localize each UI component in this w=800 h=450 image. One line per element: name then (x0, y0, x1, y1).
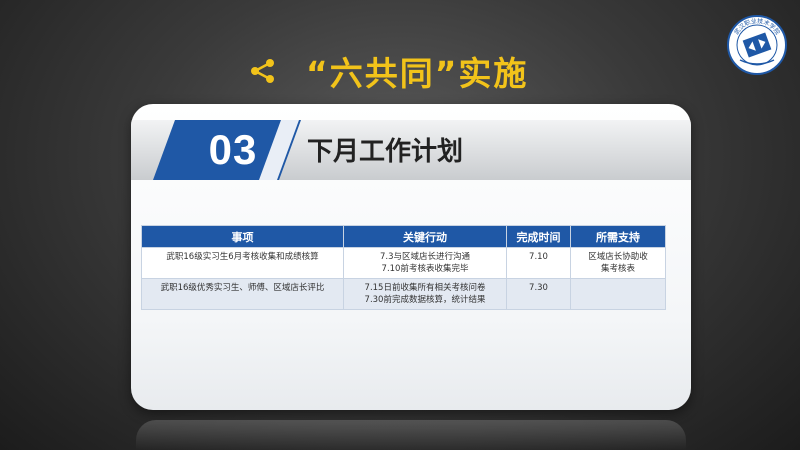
action-line: 7.30前完成数据核算，统计结果 (364, 295, 486, 305)
work-plan-table: 事项 关键行动 完成时间 所需支持 武职16级实习生6月考核收集和成绩核算 7.… (141, 225, 666, 310)
action-line: 7.15日前收集所有相关考核问卷 (364, 283, 486, 293)
table-row: 武职16级优秀实习生、师傅、区域店长评比 7.15日前收集所有相关考核问卷 7.… (141, 278, 666, 310)
cell-date: 7.10 (506, 247, 571, 279)
col-header-support: 所需支持 (570, 225, 666, 248)
action-line: 7.10前考核表收集完毕 (381, 264, 469, 274)
table-row: 武职16级实习生6月考核收集和成绩核算 7.3与区域店长进行沟通 7.10前考核… (141, 247, 666, 279)
card-reflection (136, 420, 686, 450)
col-header-date: 完成时间 (506, 225, 571, 248)
title-row: “六共同”实施 (250, 46, 528, 96)
cell-action: 7.15日前收集所有相关考核问卷 7.30前完成数据核算，统计结果 (343, 278, 507, 310)
section-title: 下月工作计划 (307, 137, 464, 167)
action-line: 7.3与区域店长进行沟通 (379, 252, 471, 262)
content-card: 03 下月工作计划 事项 关键行动 完成时间 所需支持 武职16级实习生6月考核… (131, 104, 691, 410)
col-header-action: 关键行动 (343, 225, 507, 248)
share-icon (251, 59, 274, 83)
support-line: 集考核表 (600, 264, 635, 274)
slide-title: “六共同”实施 (306, 54, 529, 93)
cell-item: 武职16级实习生6月考核收集和成绩核算 (141, 247, 344, 279)
table-header-row: 事项 关键行动 完成时间 所需支持 (141, 225, 666, 248)
cell-item: 武职16级优秀实习生、师傅、区域店长评比 (141, 278, 344, 310)
support-line: 区域店长协助收 (588, 252, 648, 262)
cell-support: 区域店长协助收 集考核表 (570, 247, 666, 279)
school-logo-icon: 武汉职业技术学院 (727, 15, 787, 75)
cell-support (570, 278, 666, 310)
section-number: 03 (208, 126, 258, 173)
col-header-item: 事项 (141, 225, 344, 248)
cell-action: 7.3与区域店长进行沟通 7.10前考核表收集完毕 (343, 247, 507, 279)
cell-date: 7.30 (506, 278, 571, 310)
